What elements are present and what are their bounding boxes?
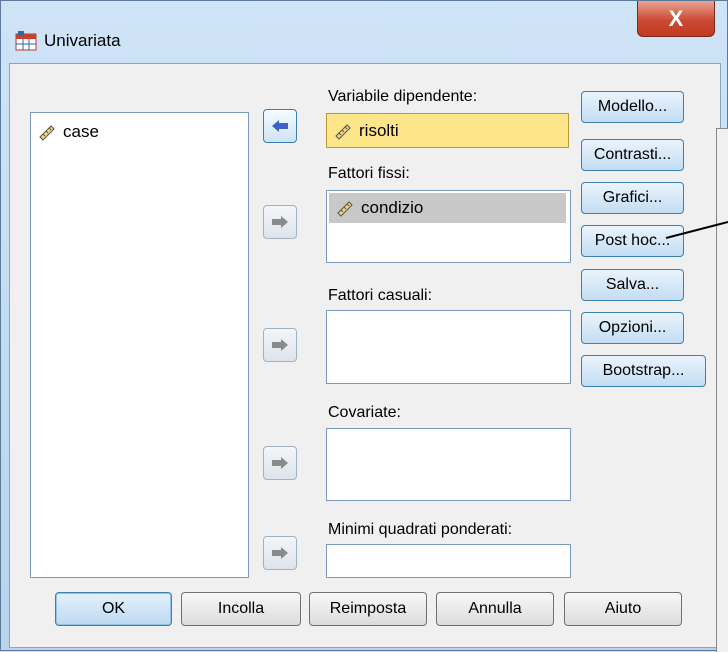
arrow-right-icon xyxy=(272,547,288,559)
random-factors-label: Fattori casuali: xyxy=(328,287,433,304)
background-window-edge xyxy=(716,128,728,652)
annulla-button[interactable]: Annulla xyxy=(436,592,554,626)
fixed-factors-label: Fattori fissi: xyxy=(328,165,410,182)
univariata-dialog: Univariata X case Variabile dipendente: … xyxy=(0,0,728,651)
arrow-right-icon xyxy=(272,457,288,469)
incolla-button[interactable]: Incolla xyxy=(181,592,301,626)
list-item-case[interactable]: case xyxy=(37,119,99,145)
opzioni-button[interactable]: Opzioni... xyxy=(581,312,684,344)
dependent-variable-value: risolti xyxy=(359,121,399,140)
move-to-covariates-button[interactable] xyxy=(263,446,297,480)
fixed-factors-list[interactable]: condizio xyxy=(326,190,571,263)
close-icon: X xyxy=(668,5,684,31)
move-to-wls-weight-button[interactable] xyxy=(263,536,297,570)
aiuto-button[interactable]: Aiuto xyxy=(564,592,682,626)
bootstrap-button[interactable]: Bootstrap... xyxy=(581,355,706,387)
list-item-label: case xyxy=(63,122,99,141)
window-title: Univariata xyxy=(44,31,121,50)
move-to-random-factors-button[interactable] xyxy=(263,328,297,362)
modello-button[interactable]: Modello... xyxy=(581,91,684,123)
dependent-variable-field[interactable]: risolti xyxy=(326,113,569,148)
grafici-button[interactable]: Grafici... xyxy=(581,182,684,214)
covariates-label: Covariate: xyxy=(328,404,401,421)
ruler-scale-icon xyxy=(337,201,353,217)
list-item-condizio[interactable]: condizio xyxy=(329,193,566,223)
wls-weight-label: Minimi quadrati ponderati: xyxy=(328,521,513,538)
spss-table-icon xyxy=(15,31,37,51)
close-button[interactable]: X xyxy=(637,1,715,37)
salva-button[interactable]: Salva... xyxy=(581,269,684,301)
arrow-left-icon xyxy=(272,120,288,132)
source-variable-list[interactable]: case xyxy=(30,112,249,578)
arrow-right-icon xyxy=(272,339,288,351)
wls-weight-field[interactable] xyxy=(326,544,571,578)
list-item-label: condizio xyxy=(361,198,424,217)
title-bar: Univariata X xyxy=(1,1,727,61)
ok-button[interactable]: OK xyxy=(55,592,172,626)
arrow-right-icon xyxy=(272,216,288,228)
ruler-scale-icon xyxy=(335,124,351,140)
reimposta-button[interactable]: Reimposta xyxy=(309,592,427,626)
covariates-list[interactable] xyxy=(326,428,571,501)
random-factors-list[interactable] xyxy=(326,310,571,384)
post-hoc-button[interactable]: Post hoc... xyxy=(581,225,684,257)
dependent-variable-label: Variabile dipendente: xyxy=(328,88,478,105)
dialog-body: case Variabile dipendente: risolti Fatto… xyxy=(9,63,721,648)
contrasti-button[interactable]: Contrasti... xyxy=(581,139,684,171)
dependent-variable-item[interactable]: risolti xyxy=(333,118,399,144)
move-to-dependent-button[interactable] xyxy=(263,109,297,143)
ruler-scale-icon xyxy=(39,125,55,141)
move-to-fixed-factors-button[interactable] xyxy=(263,205,297,239)
